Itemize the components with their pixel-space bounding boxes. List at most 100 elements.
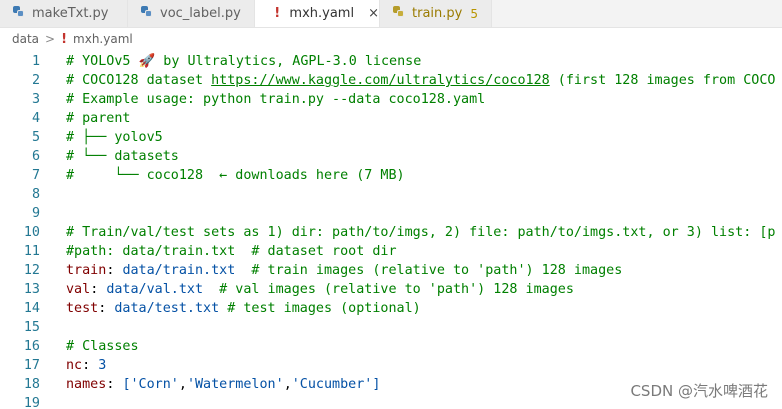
line-number: 15 (23, 320, 40, 335)
breadcrumb-file[interactable]: mxh.yaml (73, 32, 133, 46)
code-line[interactable]: 15 (0, 318, 782, 337)
line-number: 16 (23, 339, 40, 354)
code-line[interactable]: 13 val: data/val.txt # val images (relati… (0, 280, 782, 299)
line-number: 5 (31, 130, 40, 145)
tab-maketxt[interactable]: makeTxt.py (0, 0, 128, 27)
tab-train-py[interactable]: train.py 5 (380, 0, 492, 27)
code-line[interactable]: 6 # └── datasets (0, 147, 782, 166)
code-token: , (178, 377, 187, 392)
line-number: 6 (31, 149, 40, 164)
line-number: 2 (31, 73, 40, 88)
code-text: test: data/test.txt # test images (optio… (66, 299, 421, 318)
code-line[interactable]: 5 # ├── yolov5 (0, 128, 782, 147)
code-line[interactable]: 4 # parent (0, 109, 782, 128)
code-line[interactable]: 3 # Example usage: python train.py --data… (0, 90, 782, 109)
code-token: : (106, 377, 123, 392)
tab-mxh-yaml[interactable]: ! mxh.yaml × (255, 0, 380, 27)
code-token: [ (122, 377, 131, 392)
close-icon[interactable]: × (368, 6, 379, 21)
code-text: # COCO128 dataset https://www.kaggle.com… (66, 71, 775, 90)
code-token: 'Cucumber' (291, 377, 373, 392)
code-token: # test images (optional) (219, 301, 421, 316)
yaml-file-icon: ! (61, 31, 68, 47)
code-text: # YOLOv5 🚀 by Ultralytics, AGPL-3.0 lice… (66, 52, 421, 71)
code-text: val: data/val.txt # val images (relative… (66, 280, 574, 299)
line-number: 19 (23, 396, 40, 409)
code-token: 'Corn' (130, 377, 179, 392)
code-line[interactable]: 11 #path: data/train.txt # dataset root d… (0, 242, 782, 261)
line-number: 9 (31, 206, 40, 221)
code-text: names: ['Corn','Watermelon','Cucumber'] (66, 375, 380, 394)
tab-label: train.py (412, 6, 463, 21)
code-token: : (90, 282, 107, 297)
code-token: : (82, 358, 99, 373)
line-number: 17 (23, 358, 40, 373)
code-line[interactable]: 17 nc: 3 (0, 356, 782, 375)
line-number: 3 (31, 92, 40, 107)
code-token: # └── coco128 ← downloads here (7 MB) (66, 168, 405, 183)
code-token: test (66, 301, 99, 316)
code-text: # Train/val/test sets as 1) dir: path/to… (66, 223, 775, 242)
code-token: : (98, 301, 115, 316)
line-number: 11 (23, 244, 40, 259)
code-text: #path: data/train.txt # dataset root dir (66, 242, 397, 261)
tab-label: mxh.yaml (289, 6, 355, 21)
code-line[interactable]: 10 # Train/val/test sets as 1) dir: path/… (0, 223, 782, 242)
code-line[interactable]: 7 # └── coco128 ← downloads here (7 MB) (0, 166, 782, 185)
line-number: 14 (23, 301, 40, 316)
code-line[interactable]: 9 (0, 204, 782, 223)
code-token: nc (66, 358, 83, 373)
line-number: 1 (31, 54, 40, 69)
python-file-icon (390, 6, 406, 21)
code-token: # Train/val/test sets as 1) dir: path/to… (66, 225, 776, 240)
code-token: # ├── yolov5 (66, 130, 163, 145)
tab-bar: makeTxt.py voc_label.py ! mxh.yaml × tra… (0, 0, 782, 28)
code-token: val (66, 282, 91, 297)
code-text: train: data/train.txt # train images (re… (66, 261, 622, 280)
tab-voc-label[interactable]: voc_label.py (128, 0, 255, 27)
code-text: # └── datasets (66, 147, 179, 166)
code-token: # parent (66, 111, 131, 126)
code-token: (first 128 images from COCO (549, 73, 776, 88)
yaml-file-icon: ! (274, 6, 281, 21)
code-line[interactable]: 8 (0, 185, 782, 204)
code-text: # └── coco128 ← downloads here (7 MB) (66, 166, 405, 185)
code-line[interactable]: 1 # YOLOv5 🚀 by Ultralytics, AGPL-3.0 lic… (0, 52, 782, 71)
code-token: 3 (98, 358, 107, 373)
problems-count-badge: 5 (470, 6, 478, 21)
code-token: # COCO128 dataset (66, 73, 212, 88)
breadcrumb-folder[interactable]: data (12, 32, 39, 46)
code-line[interactable]: 12 train: data/train.txt # train images (… (0, 261, 782, 280)
line-number: 18 (23, 377, 40, 392)
code-text: # ├── yolov5 (66, 128, 163, 147)
code-line[interactable]: 2 # COCO128 dataset https://www.kaggle.co… (0, 71, 782, 90)
chevron-right-icon: > (45, 32, 56, 46)
code-token: names (66, 377, 107, 392)
tab-label: makeTxt.py (32, 6, 109, 21)
line-number: 13 (23, 282, 40, 297)
code-token: train (66, 263, 107, 278)
code-text: # Classes (66, 337, 139, 356)
breadcrumb: data > ! mxh.yaml (0, 28, 782, 50)
line-number: 10 (23, 225, 40, 240)
code-line[interactable]: 14 test: data/test.txt # test images (opt… (0, 299, 782, 318)
code-token: # Classes (66, 339, 139, 354)
code-token: # └── datasets (66, 149, 179, 164)
code-token: #path: data/train.txt # dataset root dir (66, 244, 397, 259)
code-token: data/test.txt (114, 301, 220, 316)
tab-label: voc_label.py (160, 6, 241, 21)
line-number: 8 (31, 187, 40, 202)
line-number: 12 (23, 263, 40, 278)
line-number: 7 (31, 168, 40, 183)
code-token: : (106, 263, 123, 278)
code-token: data/val.txt (106, 282, 204, 297)
code-token: 'Watermelon' (186, 377, 284, 392)
code-text: # Example usage: python train.py --data … (66, 90, 485, 109)
code-token: # YOLOv5 🚀 by Ultralytics, AGPL-3.0 lice… (66, 54, 422, 69)
code-token: # train images (relative to 'path') 128 … (235, 263, 623, 278)
watermark: CSDN @汽水啤酒花 (630, 382, 768, 400)
code-text: # parent (66, 109, 131, 128)
code-line[interactable]: 16 # Classes (0, 337, 782, 356)
code-editor[interactable]: 1 # YOLOv5 🚀 by Ultralytics, AGPL-3.0 lic… (0, 51, 782, 409)
code-token: https://www.kaggle.com/ultralytics/coco1… (211, 73, 550, 88)
